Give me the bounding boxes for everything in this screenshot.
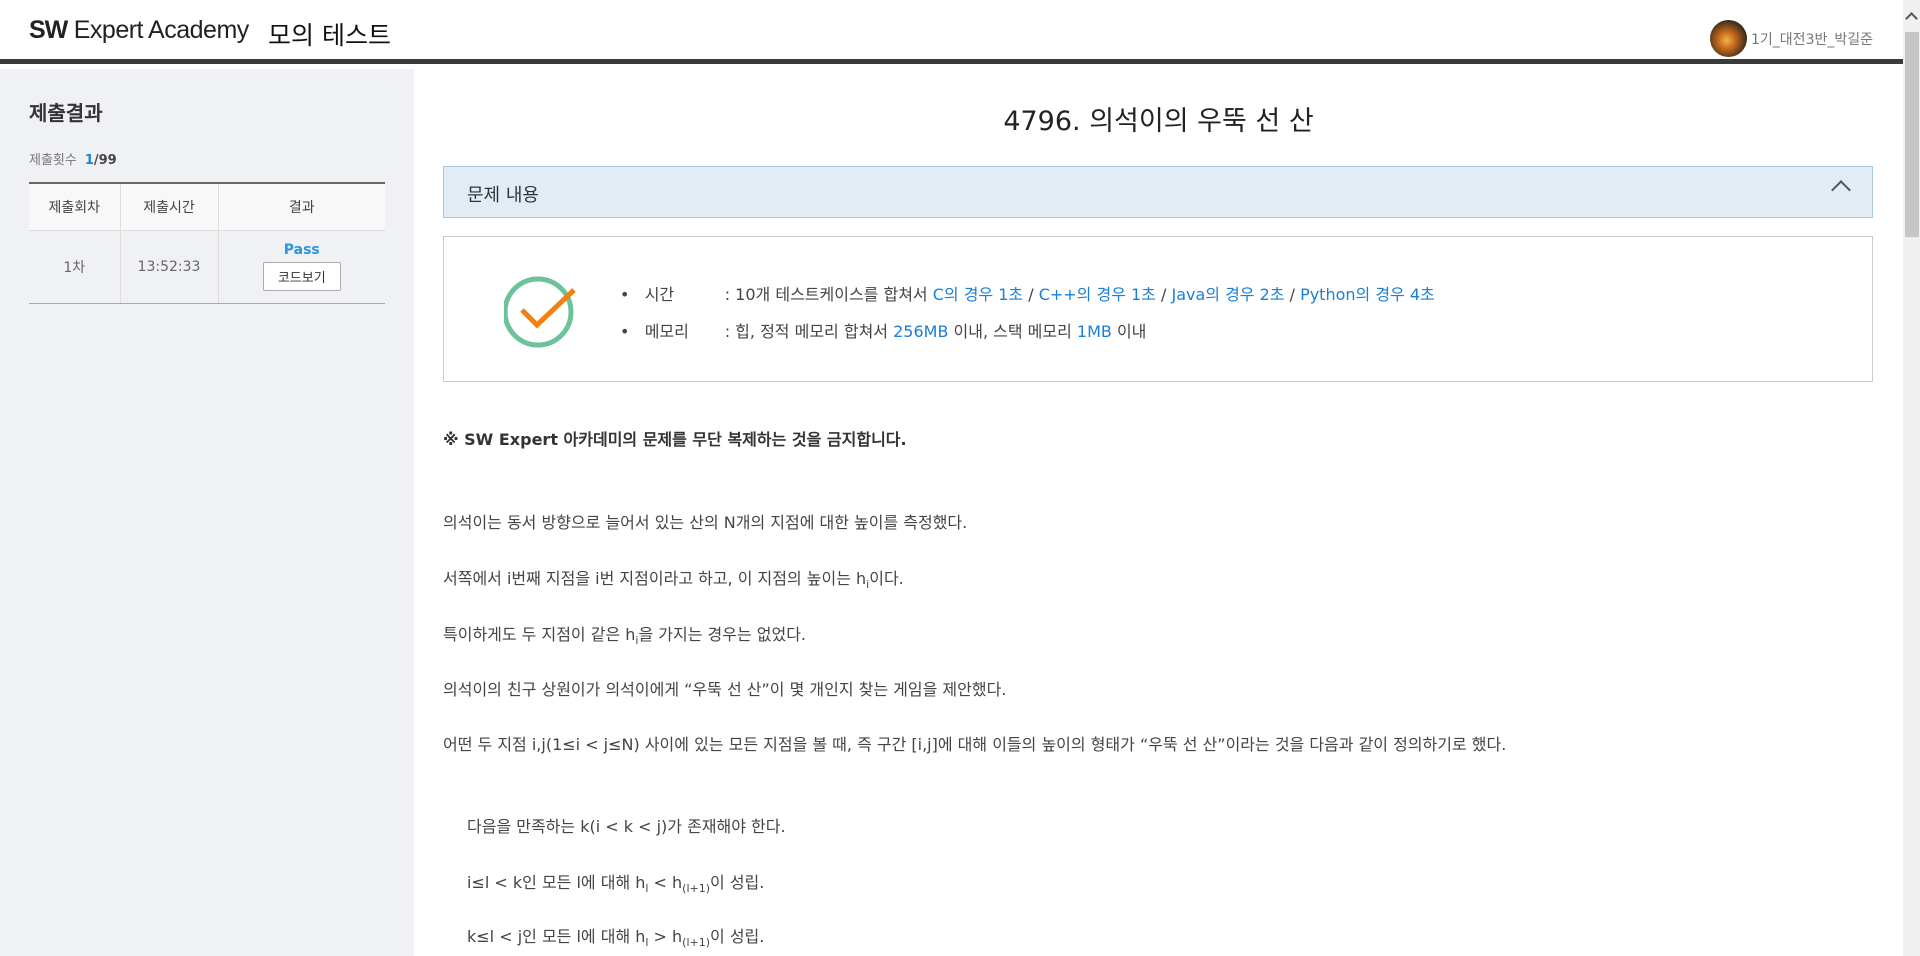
text: 서쪽에서 i번째 지점을 i번 지점이라고 하고, 이 지점의 높이는 h: [443, 569, 867, 588]
time-cpp: C++의 경우 1초: [1038, 285, 1156, 304]
user-menu[interactable]: 1기_대전3반_박길준: [1710, 20, 1873, 57]
top-header: SW Expert Academy 모의 테스트 1기_대전3반_박길준: [0, 0, 1903, 64]
memory-heap: 256MB: [893, 322, 949, 341]
cell-result: Pass 코드보기: [217, 230, 385, 304]
text: i≤l < k인 모든 l에 대해 h: [467, 873, 646, 892]
col-time: 제출시간: [119, 182, 218, 231]
memory-stack: 1MB: [1076, 322, 1112, 341]
memory-label: 메모리: [644, 322, 689, 341]
memory-mid: 이내, 스택 메모리: [948, 322, 1077, 341]
avatar: [1710, 20, 1748, 57]
result-status: Pass: [283, 242, 320, 258]
cell-time: 13:52:33: [119, 230, 218, 304]
count-total: 99: [98, 153, 117, 168]
cell-round: 1차: [29, 230, 120, 304]
time-limit: • 시간: 10개 테스트케이스를 합쳐서 C의 경우 1초 / C++의 경우…: [620, 281, 1435, 305]
problem-panel-header[interactable]: 문제 내용: [443, 166, 1873, 218]
time-java: Java의 경우 2초: [1171, 285, 1285, 304]
submission-count: 제출횟수 1/99: [29, 149, 117, 168]
logo-text: Expert Academy: [73, 16, 250, 44]
check-circle-icon: [504, 276, 576, 348]
paragraph: 서쪽에서 i번째 지점을 i번 지점이라고 하고, 이 지점의 높이는 hi이다…: [443, 565, 904, 591]
site-logo[interactable]: SW Expert Academy: [29, 16, 249, 45]
condition: i≤l < k인 모든 l에 대해 hl < h(l+1)이 성립.: [467, 869, 764, 895]
condition: 다음을 만족하는 k(i < k < j)가 존재해야 한다.: [467, 817, 786, 836]
paragraph: 의석이는 동서 방향으로 늘어서 있는 산의 N개의 지점에 대한 높이를 측정…: [443, 513, 968, 532]
text: k≤l < j인 모든 l에 대해 h: [467, 927, 646, 946]
text: 이다.: [869, 569, 904, 588]
count-used: 1: [84, 153, 94, 168]
view-code-button[interactable]: 코드보기: [262, 262, 341, 291]
time-label: 시간: [644, 285, 675, 304]
count-label: 제출횟수: [29, 153, 77, 168]
sidebar-title: 제출결과: [29, 101, 103, 125]
memory-suffix: 이내: [1111, 322, 1147, 341]
text: < h: [648, 873, 683, 892]
paragraph: 어떤 두 지점 i,j(1≤i < j≤N) 사이에 있는 모든 지점을 볼 때…: [443, 735, 1507, 754]
mode-title: 모의 테스트: [268, 21, 391, 50]
time-prefix: : 10개 테스트케이스를 합쳐서: [724, 285, 933, 304]
chevron-up-icon[interactable]: [1831, 180, 1851, 200]
text: 이 성립.: [710, 927, 765, 946]
page-title: 4796. 의석이의 우뚝 선 산: [1003, 106, 1314, 137]
text: 이 성립.: [710, 873, 765, 892]
table-row: 1차 13:52:33 Pass 코드보기: [29, 230, 385, 304]
sep: /: [1023, 285, 1039, 304]
submission-sidebar: 제출결과 제출횟수 1/99 제출회차 제출시간 결과 1차 13:52:33 Pas…: [0, 69, 414, 956]
problem-main: 4796. 의석이의 우뚝 선 산 문제 내용 • 시간: 10개 테스트케이스…: [414, 69, 1903, 956]
panel-title: 문제 내용: [467, 185, 539, 206]
memory-prefix: : 힙, 정적 메모리 합쳐서: [724, 322, 894, 341]
scrollbar-thumb[interactable]: [1905, 32, 1919, 237]
copyright-notice: ※ SW Expert 아카데미의 문제를 무단 복제하는 것을 금지합니다.: [443, 430, 907, 449]
limits-box: • 시간: 10개 테스트케이스를 합쳐서 C의 경우 1초 / C++의 경우…: [443, 236, 1873, 382]
text: > h: [648, 927, 683, 946]
subscript: (l+1): [682, 882, 711, 896]
col-result: 결과: [217, 182, 385, 231]
submission-table: 제출회차 제출시간 결과 1차 13:52:33 Pass 코드보기: [29, 182, 385, 304]
time-python: Python의 경우 4초: [1300, 285, 1435, 304]
condition: k≤l < j인 모든 l에 대해 hl > h(l+1)이 성립.: [467, 923, 764, 949]
memory-limit: • 메모리: 힙, 정적 메모리 합쳐서 256MB 이내, 스택 메모리 1M…: [620, 318, 1146, 342]
logo-sw: SW: [29, 16, 68, 44]
paragraph: 특이하게도 두 지점이 같은 hi을 가지는 경우는 없었다.: [443, 621, 806, 647]
user-name: 1기_대전3반_박길준: [1751, 31, 1873, 48]
sep: /: [1284, 285, 1301, 304]
time-c: C의 경우 1초: [932, 285, 1024, 304]
paragraph: 의석이의 친구 상원이가 의석이에게 “우뚝 선 산”이 몇 개인지 찾는 게임…: [443, 680, 1007, 699]
text: 을 가지는 경우는 없었다.: [638, 625, 807, 644]
subscript: (l+1): [682, 936, 711, 950]
scrollbar[interactable]: [1903, 0, 1920, 956]
col-round: 제출회차: [29, 182, 120, 231]
scroll-up-arrow-icon[interactable]: [1905, 12, 1918, 25]
sep: /: [1155, 285, 1172, 304]
text: 특이하게도 두 지점이 같은 h: [443, 625, 636, 644]
